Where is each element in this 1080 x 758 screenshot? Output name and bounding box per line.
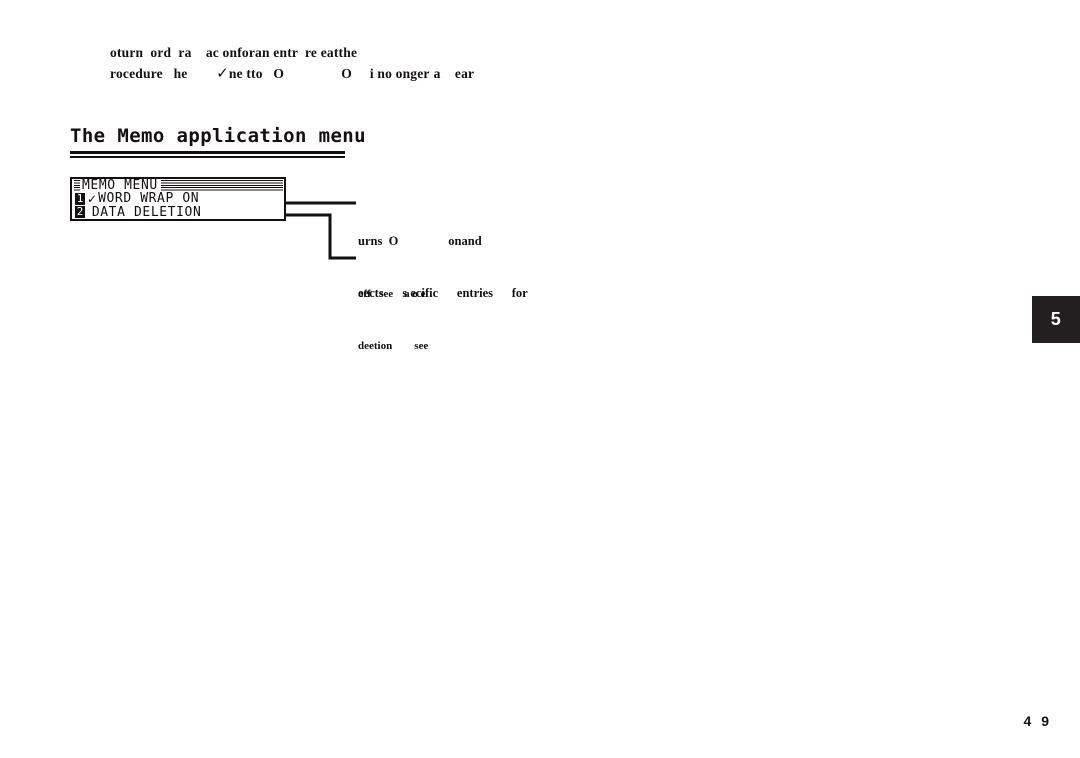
page-number: 4 9 <box>1023 713 1052 729</box>
page-title: The Memo application menu <box>70 125 366 147</box>
intro-line-2-suffix: ne tto O O i no onger <box>228 66 430 81</box>
menu-item-number-1: 1 <box>75 191 85 205</box>
callout-data-deletion-line-2: deetion see <box>358 340 429 352</box>
lcd-title: MEMO MENU <box>82 178 158 194</box>
intro-line-1: oturn ord ra ac onforan entr re eatthe <box>110 45 358 60</box>
chapter-number: 5 <box>1050 309 1062 329</box>
callout-leader-lines <box>186 201 356 260</box>
title-stripes-right-icon <box>160 180 283 192</box>
menu-item-label-word-wrap: WORD WRAP ON <box>98 191 200 207</box>
chapter-thumb-tab: 5 <box>1032 296 1080 343</box>
checkmark-icon: ✓ <box>87 191 98 206</box>
checkmark-icon: ✓ <box>216 64 229 82</box>
menu-item-number-2: 2 <box>75 205 85 219</box>
memo-menu-lcd-panel: MEMO MENU 1 ✓ WORD WRAP ON 2 DATA DELETI… <box>70 177 286 221</box>
menu-item-label-data-deletion: DATA DELETION <box>91 204 202 220</box>
intro-line-2: rocedure he ✓ne tto O O i no onger <box>104 64 430 82</box>
intro-line-3: a ear <box>433 66 475 81</box>
heading-rule-lower <box>70 156 345 158</box>
menu-item-word-wrap[interactable]: 1 ✓ WORD WRAP ON <box>72 192 284 205</box>
intro-paragraph: oturn ord ra ac onforan entr re eatthe r… <box>104 42 524 84</box>
leader-line-item-2 <box>200 213 356 260</box>
callout-data-deletion: eects s ecific entries for deetion see <box>358 248 548 373</box>
menu-item-data-deletion[interactable]: 2 DATA DELETION <box>72 206 284 219</box>
intro-line-2-prefix: rocedure he <box>110 66 217 81</box>
callout-data-deletion-line-1: eects s ecific entries for <box>358 286 528 300</box>
title-stripes-left-icon <box>74 180 80 192</box>
section-heading: The Memo application menu <box>70 125 410 158</box>
lcd-title-row: MEMO MENU <box>72 179 284 192</box>
